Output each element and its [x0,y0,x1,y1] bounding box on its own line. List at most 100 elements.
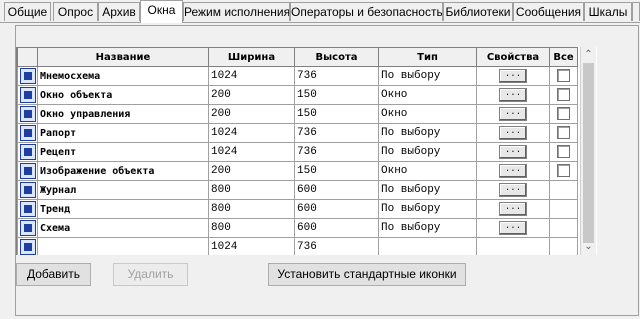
width-cell[interactable]: 1024 [208,66,295,86]
mnemoscheme-icon [19,68,36,84]
name-cell[interactable]: Схема [37,218,209,238]
name-cell[interactable]: Рапорт [37,123,209,143]
table-row[interactable]: Окно управления 200 150 Окно... [17,104,578,124]
tab-messages[interactable]: Сообщения [513,2,584,21]
tab-scroll-arrows[interactable] [632,2,640,21]
width-cell[interactable]: 800 [208,218,295,238]
scroll-up-icon[interactable]: ⌃ [581,47,596,62]
type-column-header[interactable]: Тип [378,47,477,67]
row-icon [17,142,38,162]
table-row[interactable]: 1024 736 [17,237,578,255]
all-cell [549,161,578,181]
type-cell[interactable] [378,237,477,255]
type-cell[interactable]: По выбору [378,218,477,238]
height-cell[interactable]: 150 [294,104,379,124]
height-cell[interactable]: 600 [294,180,379,200]
height-cell[interactable]: 736 [294,237,379,255]
name-cell[interactable]: Окно управления [37,104,209,124]
type-cell[interactable]: По выбору [378,180,477,200]
name-cell[interactable]: Изображение объекта [37,161,209,181]
tab-general[interactable]: Общие [4,2,51,21]
type-cell[interactable]: По выбору [378,66,477,86]
name-column-header[interactable]: Название [37,47,209,67]
all-checkbox[interactable] [557,145,570,159]
all-cell [549,123,578,143]
grid-vertical-scrollbar[interactable]: ⌃ ⌄ [580,47,596,255]
properties-cell: ... [476,199,550,219]
type-cell[interactable]: Окно [378,104,477,124]
tab-run-mode[interactable]: Режим исполнения [183,2,290,21]
all-checkbox[interactable] [557,88,570,102]
all-checkbox[interactable] [557,164,570,178]
tab-archive[interactable]: Архив [98,2,140,21]
table-row[interactable]: Рецепт 1024 736 По выбору... [17,142,578,162]
properties-button[interactable]: ... [499,107,527,121]
type-cell[interactable]: По выбору [378,123,477,143]
row-icon [17,123,38,143]
scrollbar-thumb[interactable] [583,63,594,243]
height-cell[interactable]: 600 [294,218,379,238]
height-cell[interactable]: 600 [294,199,379,219]
tab-libraries[interactable]: Библиотеки [443,2,513,21]
width-cell[interactable]: 800 [208,199,295,219]
tab-polling[interactable]: Опрос [53,2,98,21]
properties-button[interactable]: ... [499,88,527,102]
table-row[interactable]: Схема 800 600 По выбору... [17,218,578,238]
tab-windows[interactable]: Окна [140,0,183,23]
object-window-icon [19,87,36,103]
name-cell[interactable]: Мнемосхема [37,66,209,86]
height-cell[interactable]: 150 [294,85,379,105]
height-column-header[interactable]: Высота [294,47,379,67]
width-cell[interactable]: 1024 [208,142,295,162]
properties-button[interactable]: ... [499,183,527,197]
properties-button[interactable]: ... [499,202,527,216]
properties-cell: ... [476,85,550,105]
height-cell[interactable]: 736 [294,123,379,143]
table-row[interactable]: Изображение объекта 200 150 Окно... [17,161,578,181]
table-row[interactable]: Рапорт 1024 736 По выбору... [17,123,578,143]
tab-scales[interactable]: Шкалы [584,2,632,21]
table-row[interactable]: Мнемосхема 1024 736 По выбору... [17,66,578,86]
type-cell[interactable]: Окно [378,161,477,181]
width-cell[interactable]: 200 [208,85,295,105]
width-cell[interactable]: 200 [208,104,295,124]
height-cell[interactable]: 736 [294,66,379,86]
windows-grid[interactable]: Название Ширина Высота Тип Свойства Все … [16,47,597,255]
properties-button[interactable]: ... [499,145,527,159]
name-cell[interactable] [37,237,209,255]
properties-button[interactable]: ... [499,69,527,83]
all-checkbox[interactable] [557,69,570,83]
name-cell[interactable]: Журнал [37,180,209,200]
width-column-header[interactable]: Ширина [208,47,295,67]
properties-column-header[interactable]: Свойства [476,47,550,67]
icon-column-header[interactable] [17,47,38,67]
properties-button[interactable]: ... [499,221,527,235]
control-window-icon [19,106,36,122]
properties-button[interactable]: ... [499,126,527,140]
type-cell[interactable]: По выбору [378,199,477,219]
name-cell[interactable]: Рецепт [37,142,209,162]
scroll-down-icon[interactable]: ⌄ [581,239,596,254]
add-button[interactable]: Добавить [16,263,91,286]
type-cell[interactable]: Окно [378,85,477,105]
all-checkbox[interactable] [557,107,570,121]
name-cell[interactable]: Окно объекта [37,85,209,105]
width-cell[interactable]: 1024 [208,237,295,255]
table-row[interactable]: Журнал 800 600 По выбору... [17,180,578,200]
type-cell[interactable]: По выбору [378,142,477,162]
table-row[interactable]: Тренд 800 600 По выбору... [17,199,578,219]
properties-cell [476,237,550,255]
set-standard-icons-button[interactable]: Установить стандартные иконки [268,263,466,286]
delete-button[interactable]: Удалить [113,263,188,286]
all-checkbox[interactable] [557,126,570,140]
width-cell[interactable]: 200 [208,161,295,181]
properties-button[interactable]: ... [499,164,527,178]
width-cell[interactable]: 1024 [208,123,295,143]
table-row[interactable]: Окно объекта 200 150 Окно... [17,85,578,105]
width-cell[interactable]: 800 [208,180,295,200]
all-column-header[interactable]: Все [549,47,578,67]
name-cell[interactable]: Тренд [37,199,209,219]
tab-operators-security[interactable]: Операторы и безопасность [290,2,443,21]
height-cell[interactable]: 736 [294,142,379,162]
height-cell[interactable]: 150 [294,161,379,181]
